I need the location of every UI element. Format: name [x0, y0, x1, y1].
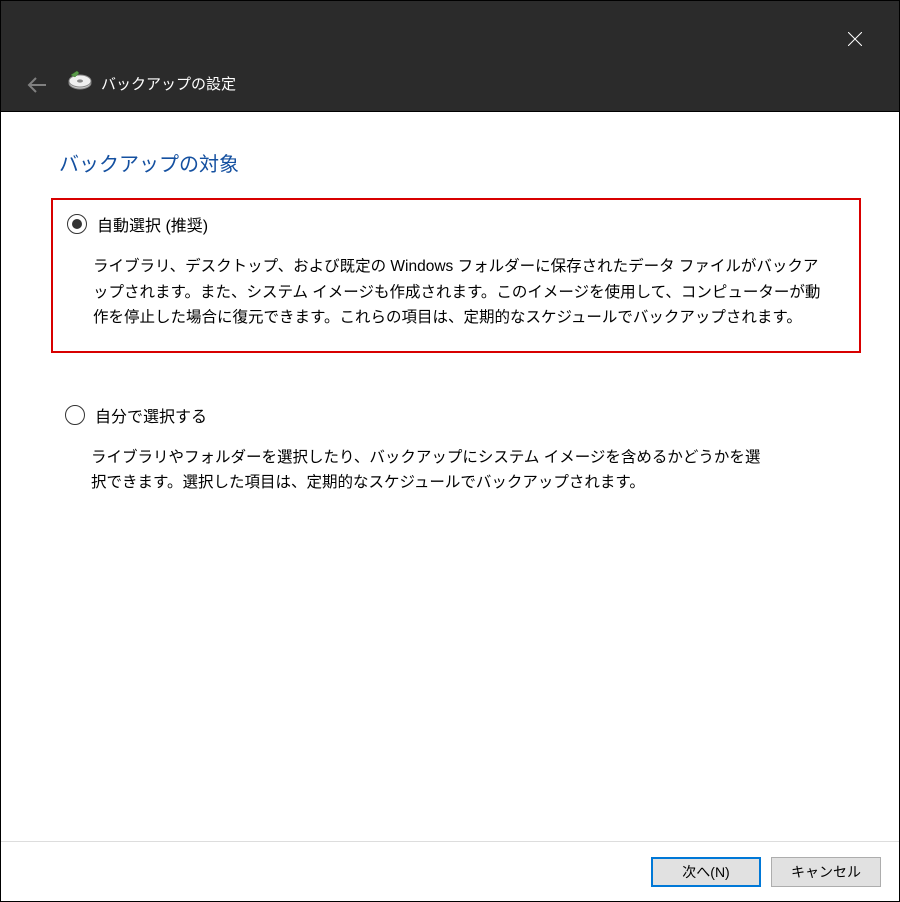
option-description: ライブラリやフォルダーを選択したり、バックアップにシステム イメージを含めるかど…: [91, 445, 771, 496]
back-button[interactable]: [23, 71, 51, 99]
radio-icon: [65, 405, 85, 425]
radio-auto-select[interactable]: 自動選択 (推奨): [67, 212, 845, 236]
radio-manual-select[interactable]: 自分で選択する: [65, 403, 847, 427]
section-heading: バックアップの対象: [59, 148, 239, 177]
option-manual-select: 自分で選択する ライブラリやフォルダーを選択したり、バックアップにシステム イメ…: [51, 391, 861, 516]
radio-label: 自動選択 (推奨): [97, 212, 208, 236]
next-button[interactable]: 次へ(N): [651, 857, 761, 887]
backup-target-options: 自動選択 (推奨) ライブラリ、デスクトップ、および既定の Windows フォ…: [51, 198, 861, 554]
option-auto-select: 自動選択 (推奨) ライブラリ、デスクトップ、および既定の Windows フォ…: [51, 198, 861, 353]
back-arrow-icon: [27, 77, 47, 93]
option-description: ライブラリ、デスクトップ、および既定の Windows フォルダーに保存されたデ…: [93, 254, 833, 331]
close-button[interactable]: [839, 23, 871, 55]
dialog-title: バックアップの設定: [101, 73, 236, 94]
titlebar: バックアップの設定: [0, 0, 900, 112]
radio-label: 自分で選択する: [95, 403, 207, 427]
cancel-button[interactable]: キャンセル: [771, 857, 881, 887]
backup-settings-dialog: バックアップの設定 バックアップの対象 自動選択 (推奨) ライブラリ、デスクト…: [0, 0, 900, 902]
dialog-footer: 次へ(N) キャンセル: [1, 841, 899, 901]
radio-icon: [67, 214, 87, 234]
dialog-content: バックアップの対象 自動選択 (推奨) ライブラリ、デスクトップ、および既定の …: [1, 112, 899, 901]
backup-icon: [67, 69, 93, 95]
close-icon: [848, 32, 862, 46]
